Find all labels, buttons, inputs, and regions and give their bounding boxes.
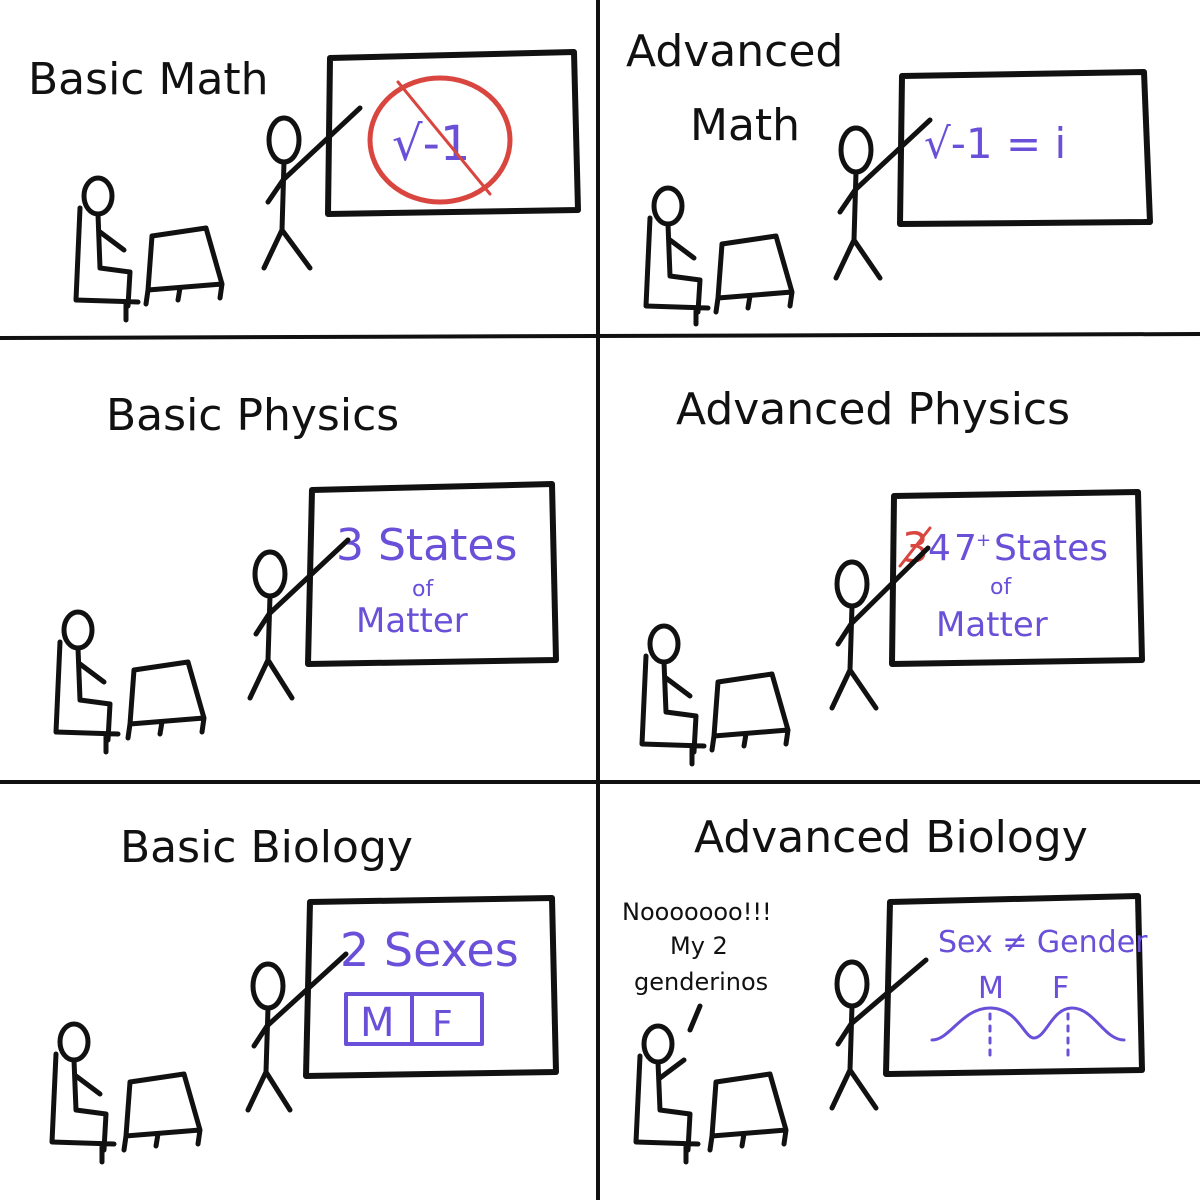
student-desk [713, 233, 795, 315]
board-text: F [1052, 971, 1069, 1006]
student-figure [53, 609, 121, 755]
board-text: of [412, 577, 434, 602]
speech-bubble: Nooooooo!!! My 2 genderinos [622, 898, 772, 1033]
board-text: Matter [936, 605, 1048, 645]
board-text: Sex ≠ Gender [938, 925, 1148, 960]
comic-strip: Basic Math √-1 Advanced Math √-1 = i Bas… [0, 0, 1200, 1200]
panel-advanced-physics: Advanced Physics 3 4 7 + States of Matte… [639, 384, 1145, 767]
panel-advanced-biology: Advanced Biology Sex ≠ Gender M F Nooooo… [622, 812, 1148, 1165]
student-figure [73, 175, 141, 323]
panel-basic-math: Basic Math √-1 [28, 49, 581, 323]
board-text: 7 [954, 528, 977, 569]
panel-title: Basic Math [28, 54, 269, 105]
student-desk [709, 671, 791, 753]
board-text: F [432, 1004, 453, 1045]
speech-line: genderinos [634, 968, 768, 996]
panel-title: Advanced [626, 26, 843, 77]
board-text: + [976, 530, 991, 551]
panel-title: Math [690, 100, 800, 151]
panel-title: Advanced Biology [694, 812, 1088, 863]
panel-advanced-math: Advanced Math √-1 = i [626, 26, 1153, 327]
board-text: States [994, 528, 1108, 569]
board-text: Matter [356, 601, 468, 641]
board-text: of [990, 575, 1012, 600]
student-figure [639, 623, 707, 767]
blackboard [883, 893, 1145, 1077]
board-text: M [360, 1000, 395, 1046]
student-desk [121, 1071, 203, 1153]
panel-basic-biology: Basic Biology 2 Sexes M F [49, 822, 559, 1165]
student-figure [643, 185, 711, 327]
board-text: 2 Sexes [340, 923, 519, 977]
panel-title: Basic Biology [120, 822, 413, 873]
panel-title: Basic Physics [106, 390, 399, 441]
student-figure [633, 1023, 701, 1165]
board-text: √-1 = i [924, 119, 1066, 168]
panel-basic-physics: Basic Physics 3 States of Matter [53, 390, 559, 755]
panel-title: Advanced Physics [676, 384, 1070, 435]
student-desk [125, 659, 207, 741]
student-figure [49, 1021, 117, 1165]
speech-line: Nooooooo!!! [622, 898, 772, 926]
student-desk [143, 225, 225, 307]
horizontal-divider-top [0, 332, 1200, 340]
student-desk [707, 1071, 789, 1153]
board-text: 3 States [336, 520, 517, 571]
board-text: 4 [928, 528, 951, 569]
board-text: M [978, 971, 1004, 1006]
speech-line: My 2 [670, 932, 728, 960]
